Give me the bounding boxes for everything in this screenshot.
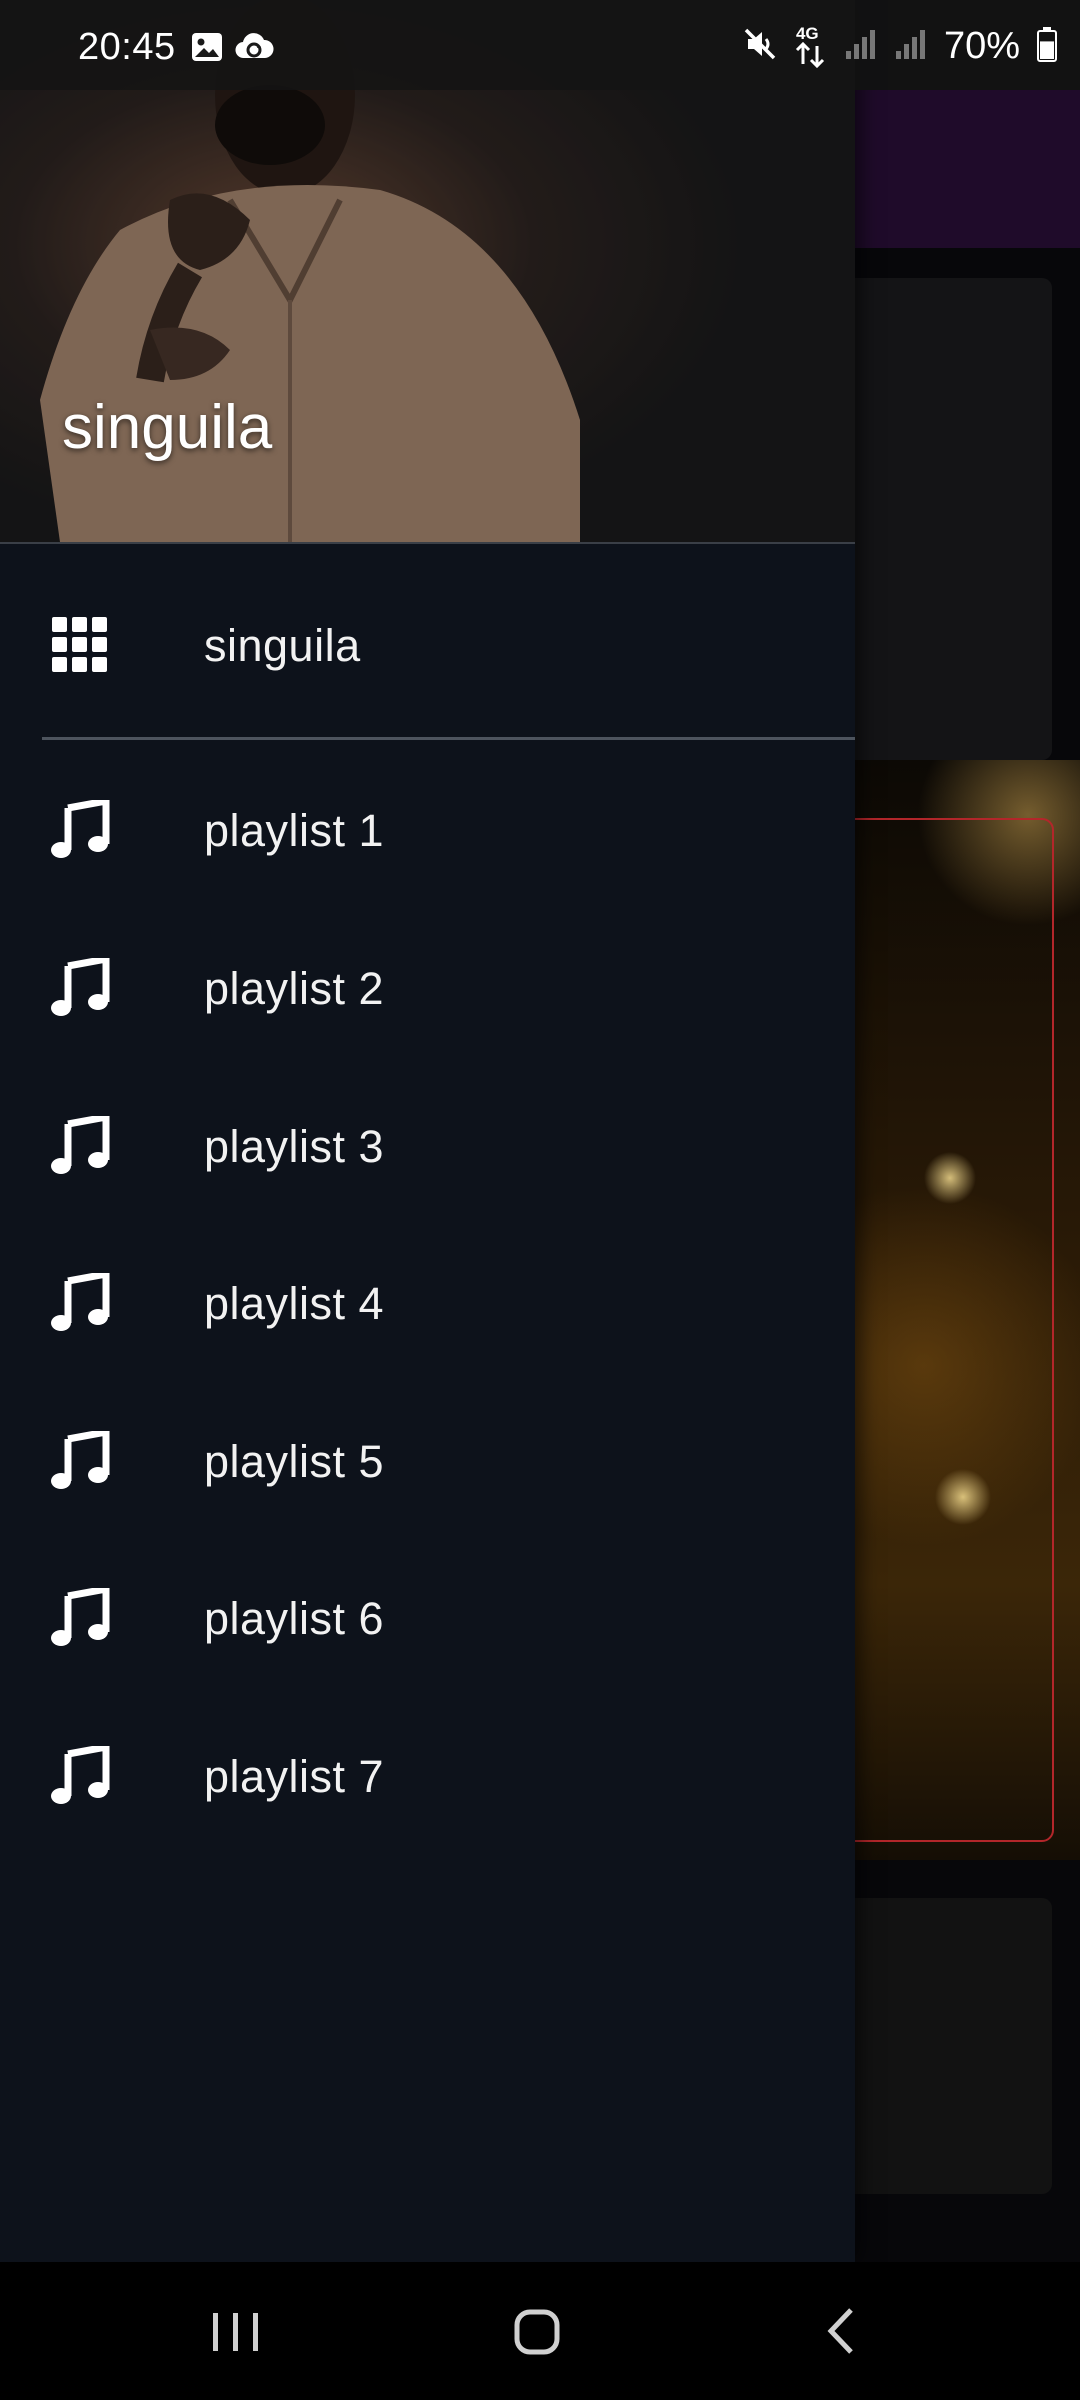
background-card [840, 278, 1052, 760]
battery-percent: 70% [943, 24, 1020, 67]
drawer-item-label: playlist 7 [204, 1751, 385, 1802]
drawer-item-playlist-6[interactable]: playlist 6 [0, 1543, 855, 1693]
music-note-icon [51, 800, 110, 858]
music-note-icon [51, 1746, 110, 1804]
cloud-sync-icon [234, 30, 274, 69]
drawer-item-home[interactable]: singuila [0, 570, 855, 720]
drawer-item-playlist-5[interactable]: playlist 5 [0, 1386, 855, 1536]
drawer-item-playlist-3[interactable]: playlist 3 [0, 1071, 855, 1221]
drawer-item-label: playlist 1 [204, 805, 385, 856]
navigation-drawer: singuila singuila playlist 1 playlist 2 … [0, 0, 855, 2262]
recent-apps-icon [213, 2313, 258, 2351]
status-right: 4G 70% [742, 24, 1058, 68]
network-label: 4G [795, 24, 819, 43]
home-icon [514, 2309, 560, 2355]
drawer-item-label: playlist 2 [204, 963, 385, 1014]
drawer-item-playlist-2[interactable]: playlist 2 [0, 913, 855, 1063]
battery-icon [1036, 26, 1058, 67]
image-icon [190, 30, 224, 69]
mute-icon [742, 26, 778, 67]
apps-grid-icon [52, 617, 107, 672]
screen: 20:45 4G 70% singuila singuila playlist … [0, 0, 1080, 2400]
drawer-item-label: playlist 4 [204, 1278, 385, 1329]
recent-apps-button[interactable] [135, 2262, 335, 2400]
signal-icon [894, 27, 928, 66]
menu-divider [42, 737, 855, 740]
music-note-icon [51, 1588, 110, 1646]
drawer-item-label: playlist 3 [204, 1121, 385, 1172]
music-note-icon [51, 1273, 110, 1331]
background-card-bottom [840, 1898, 1052, 2194]
drawer-item-playlist-4[interactable]: playlist 4 [0, 1228, 855, 1378]
drawer-item-playlist-7[interactable]: playlist 7 [0, 1701, 855, 1851]
status-time: 20:45 [78, 26, 176, 68]
back-icon [827, 2308, 853, 2354]
drawer-item-label: playlist 5 [204, 1436, 385, 1487]
4g-data-icon: 4G [794, 24, 828, 68]
drawer-header-title: singuila [62, 393, 273, 462]
system-nav-bar [0, 2262, 1080, 2400]
drawer-item-playlist-1[interactable]: playlist 1 [0, 755, 855, 905]
status-bar: 20:45 4G 70% [0, 0, 1080, 90]
home-button[interactable] [437, 2262, 637, 2400]
drawer-item-label: playlist 6 [204, 1593, 385, 1644]
signal-icon [844, 27, 878, 66]
music-note-icon [51, 958, 110, 1016]
artwork-frame [836, 818, 1054, 1842]
music-note-icon [51, 1431, 110, 1489]
music-note-icon [51, 1116, 110, 1174]
drawer-item-label: singuila [204, 620, 361, 671]
back-button[interactable] [741, 2262, 941, 2400]
